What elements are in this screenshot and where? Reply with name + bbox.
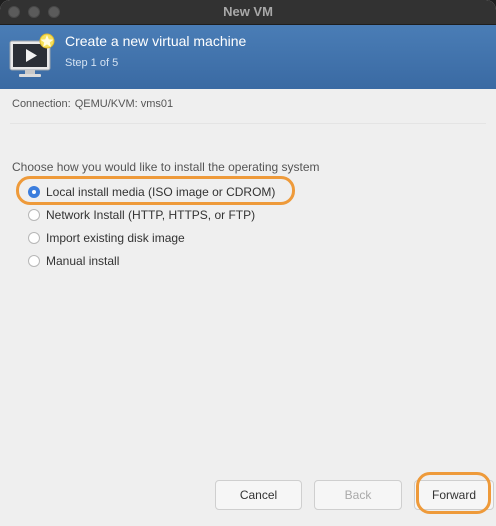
option-import-disk-image[interactable]: Import existing disk image <box>28 226 275 249</box>
connection-label: Connection: <box>12 98 71 110</box>
new-vm-monitor-icon <box>9 33 55 77</box>
back-button: Back <box>314 480 402 510</box>
connection-info: Connection: QEMU/KVM: vms01 <box>12 98 173 110</box>
forward-button[interactable]: Forward <box>414 480 494 510</box>
connection-value: QEMU/KVM: vms01 <box>74 98 174 110</box>
option-local-install-media[interactable]: Local install media (ISO image or CDROM) <box>28 180 275 203</box>
divider <box>10 123 486 124</box>
new-vm-window: New VM Create a new virtual machine Step… <box>0 0 496 526</box>
option-label[interactable]: Manual install <box>46 254 119 268</box>
install-method-prompt: Choose how you would like to install the… <box>12 160 320 174</box>
wizard-title: Create a new virtual machine <box>65 33 247 49</box>
cancel-button[interactable]: Cancel <box>215 480 302 510</box>
wizard-step: Step 1 of 5 <box>65 57 119 69</box>
radio-network-install[interactable] <box>28 208 40 221</box>
radio-manual-install[interactable] <box>28 254 40 267</box>
option-network-install[interactable]: Network Install (HTTP, HTTPS, or FTP) <box>28 203 275 226</box>
option-label[interactable]: Local install media (ISO image or CDROM) <box>46 185 275 199</box>
radio-local-install-media[interactable] <box>28 185 40 198</box>
install-method-options: Local install media (ISO image or CDROM)… <box>28 180 275 272</box>
option-label[interactable]: Import existing disk image <box>46 231 185 245</box>
window-title: New VM <box>223 4 273 19</box>
title-bar[interactable]: New VM <box>0 0 496 25</box>
radio-import-disk-image[interactable] <box>28 231 40 244</box>
option-label[interactable]: Network Install (HTTP, HTTPS, or FTP) <box>46 208 255 222</box>
wizard-header: Create a new virtual machine Step 1 of 5 <box>0 25 496 89</box>
option-manual-install[interactable]: Manual install <box>28 249 275 272</box>
